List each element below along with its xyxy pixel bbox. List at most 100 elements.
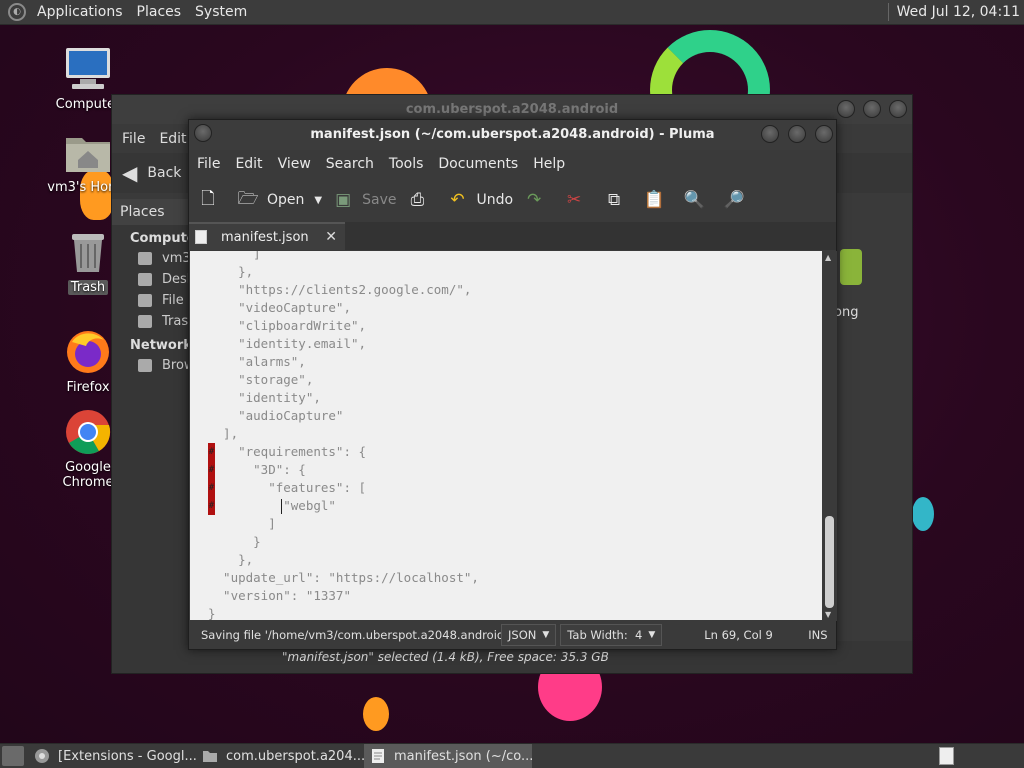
menu-view[interactable]: View — [278, 156, 311, 172]
text-editor-area[interactable]: ] }, "https://clients2.google.com/", "vi… — [190, 251, 822, 621]
menu-button[interactable] — [194, 124, 212, 142]
menu-edit[interactable]: Edit — [235, 156, 262, 172]
find-button[interactable]: 🔍 — [683, 189, 713, 211]
vertical-scrollbar[interactable]: ▲ ▼ — [822, 251, 837, 621]
maximize-button[interactable] — [863, 100, 881, 118]
tab-manifest-json[interactable]: manifest.json ✕ — [189, 222, 345, 250]
text-cursor — [281, 499, 282, 514]
minimize-button[interactable] — [761, 125, 779, 143]
chrome-icon — [35, 749, 49, 763]
code-line: "identity", — [208, 390, 321, 405]
change-marker: # — [208, 479, 215, 497]
minimize-button[interactable] — [837, 100, 855, 118]
clock[interactable]: Wed Jul 12, 04:11 — [897, 4, 1020, 20]
language-value: JSON — [508, 627, 537, 642]
close-button[interactable] — [889, 100, 907, 118]
firefox-icon — [64, 328, 112, 376]
system-menu[interactable]: System — [188, 0, 254, 25]
window-title: com.uberspot.a2048.android — [405, 102, 619, 117]
code-line: "https://clients2.google.com/", — [208, 282, 472, 297]
print-icon: ⎙ — [410, 190, 425, 210]
menu-search[interactable]: Search — [326, 156, 374, 172]
text-editor-menubar: File Edit View Search Tools Documents He… — [189, 150, 836, 178]
chevron-down-icon: ▼ — [648, 629, 656, 640]
network-icon — [138, 359, 152, 372]
sidebar-item-desktop[interactable]: Desktop — [112, 269, 192, 290]
open-folder-icon: 🗁 — [237, 188, 259, 209]
change-marker: # — [208, 443, 215, 461]
places-menu[interactable]: Places — [130, 0, 189, 25]
text-editor-titlebar[interactable]: manifest.json (~/com.uberspot.a2048.andr… — [189, 120, 836, 150]
code-line: "features": [ — [208, 480, 367, 495]
close-icon[interactable]: ✕ — [325, 229, 337, 245]
menu-file[interactable]: File — [197, 156, 220, 172]
paste-button[interactable]: 📋 — [643, 189, 673, 211]
code-line: "videoCapture", — [208, 300, 351, 315]
menu-help[interactable]: Help — [533, 156, 565, 172]
show-desktop-button[interactable] — [2, 746, 24, 766]
android-file-icon[interactable] — [840, 249, 862, 285]
scroll-up-arrow-icon[interactable]: ▲ — [825, 253, 831, 262]
sidebar-section-network: Network — [130, 338, 192, 353]
chevron-down-icon: ▼ — [542, 629, 550, 640]
task-label: [Extensions - Googl... — [58, 748, 196, 764]
code-line: }, — [208, 264, 254, 279]
places-header[interactable]: Places — [112, 199, 192, 225]
desktop-icon-label: Firefox — [66, 380, 110, 395]
scroll-down-arrow-icon[interactable]: ▼ — [825, 610, 831, 619]
redo-button[interactable]: ↷ — [523, 189, 553, 211]
trash-icon — [64, 228, 112, 276]
save-icon: ▣ — [335, 190, 352, 210]
code-line: "alarms", — [208, 354, 306, 369]
sidebar-item-browse-network[interactable]: Browse Network — [112, 355, 192, 376]
menu-documents[interactable]: Documents — [438, 156, 518, 172]
undo-icon: ↶ — [450, 190, 465, 210]
sidebar-section-computer: Computer — [130, 231, 203, 246]
window-title: manifest.json (~/com.uberspot.a2048.andr… — [310, 127, 715, 142]
insert-mode: INS — [808, 627, 828, 642]
task-label: com.uberspot.a204... — [226, 748, 364, 764]
save-button[interactable]: ▣ Save — [332, 189, 396, 211]
cut-button[interactable]: ✂ — [563, 189, 593, 211]
file-label[interactable]: ong — [834, 305, 858, 320]
task-text-editor[interactable]: manifest.json (~/co... — [364, 743, 532, 768]
new-document-button[interactable]: 🗋 — [197, 189, 227, 211]
back-button[interactable]: Back — [147, 165, 181, 181]
tab-label: manifest.json — [221, 229, 309, 245]
document-icon — [195, 230, 207, 244]
undo-button[interactable]: ↶ Undo — [446, 189, 513, 211]
undo-label: Undo — [476, 192, 514, 208]
menu-file[interactable]: File — [122, 131, 145, 147]
task-chrome[interactable]: [Extensions - Googl... — [28, 744, 196, 768]
back-arrow-icon[interactable]: ◀ — [122, 161, 137, 185]
code-line: }, — [208, 552, 254, 567]
sidebar-item-home[interactable]: vm3 — [112, 248, 192, 269]
document-tabs: manifest.json ✕ — [189, 222, 836, 250]
sidebar-item-filesystem[interactable]: File System — [112, 290, 192, 311]
home-icon — [138, 252, 152, 265]
maximize-button[interactable] — [788, 125, 806, 143]
replace-button[interactable]: 🔎 — [723, 189, 753, 211]
sidebar-item-trash[interactable]: Trash — [112, 311, 192, 332]
search-icon: 🔍 — [683, 190, 705, 210]
text-editor-statusbar: Saving file '/home/vm3/com.uberspot.a204… — [189, 620, 836, 649]
open-button[interactable]: 🗁 Open ▼ — [237, 189, 322, 211]
close-button[interactable] — [815, 125, 833, 143]
menu-edit[interactable]: Edit — [159, 131, 186, 147]
desktop-icon-label: Trash — [67, 280, 109, 295]
menu-tools[interactable]: Tools — [389, 156, 424, 172]
applications-menu[interactable]: Applications — [30, 0, 130, 25]
language-dropdown[interactable]: JSON ▼ — [501, 623, 557, 646]
workspace-switcher[interactable] — [939, 747, 954, 765]
code-line: "3D": { — [208, 462, 306, 477]
task-file-manager[interactable]: com.uberspot.a204... — [196, 744, 364, 768]
copy-button[interactable]: ⧉ — [603, 189, 633, 211]
status-message: Saving file '/home/vm3/com.uberspot.a204… — [201, 627, 501, 642]
print-button[interactable]: ⎙ — [406, 189, 436, 211]
chevron-down-icon[interactable]: ▼ — [314, 195, 322, 206]
mate-logo-icon[interactable]: ◐ — [8, 3, 26, 21]
chrome-icon — [64, 408, 112, 456]
scrollbar-thumb[interactable] — [825, 516, 834, 608]
code-line: } — [208, 606, 216, 621]
tab-width-dropdown[interactable]: Tab Width: 4 ▼ — [560, 623, 663, 646]
